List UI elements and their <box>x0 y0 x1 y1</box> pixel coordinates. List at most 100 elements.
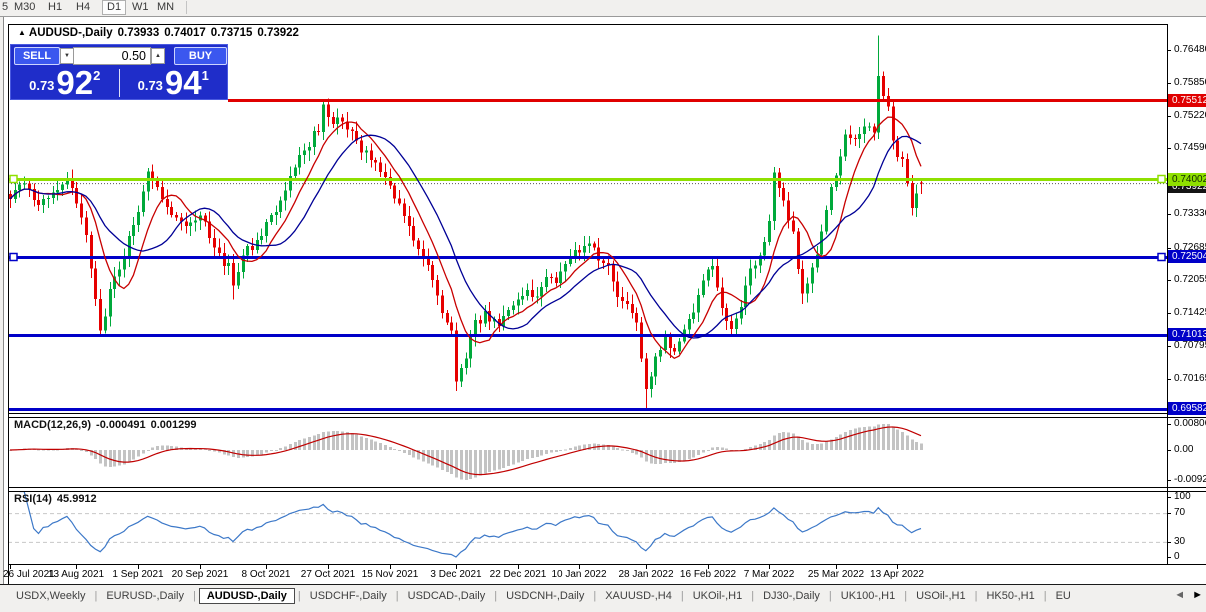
tab-separator: | <box>297 590 301 602</box>
chart-tab-AUDUSD-Daily[interactable]: AUDUSD-,Daily <box>198 588 295 604</box>
symbol-period-label: AUDUSD-,Daily <box>28 27 113 39</box>
tab-separator: | <box>904 590 908 602</box>
one-click-trading-panel: SELL ▼ ▲ BUY 0.73 92 2 0.73 94 1 <box>10 44 228 100</box>
price-tick-0.70165: 0.70165 <box>1174 372 1206 384</box>
chart-tab-USOil-H1[interactable]: USOil-,H1 <box>910 588 972 604</box>
rsi-tick-0: 0 <box>1174 551 1180 562</box>
chart-tab-USDCAD-Daily[interactable]: USDCAD-,Daily <box>402 588 492 604</box>
tab-scroll-arrows: ◄ ► <box>1174 589 1203 601</box>
price-axis[interactable]: 0.764800.758500.752200.745900.733300.726… <box>1168 0 1206 612</box>
price-badge-0.74002: 0.74002 <box>1168 173 1206 186</box>
rsi-indicator-label: RSI(14) 45.9912 <box>14 493 102 505</box>
chart-tab-USDCHF-Daily[interactable]: USDCHF-,Daily <box>304 588 393 604</box>
tabs-scroll-right-icon[interactable]: ► <box>1192 589 1203 601</box>
price-badge-0.69582: 0.69582 <box>1168 402 1206 415</box>
timeframe-button-M30[interactable]: M30 <box>14 1 35 14</box>
toolbar-separator <box>186 1 187 14</box>
date-label-8-Oct-2021: 8 Oct 2021 <box>241 569 291 580</box>
timeframe-button-W1[interactable]: W1 <box>132 1 149 14</box>
trade-prices-row: 0.73 92 2 0.73 94 1 <box>11 64 228 101</box>
terminal-window: 5 M30 H1 H4 D1 W1 MN ▲ AUDUSD-,Daily 0.73933 0.74… <box>0 0 1206 612</box>
chart-tab-USDX-Weekly[interactable]: USDX,Weekly <box>10 588 91 604</box>
date-label-16-Feb-2022: 16 Feb 2022 <box>679 569 737 580</box>
price-badge-0.75512: 0.75512 <box>1168 94 1206 107</box>
timeframe-button-5[interactable]: 5 <box>2 1 8 14</box>
collapse-arrow-icon[interactable]: ▲ <box>18 28 26 37</box>
sell-price-head: 0.73 <box>29 78 55 93</box>
ohlc-close: 0.73922 <box>257 27 299 39</box>
sell-price[interactable]: 0.73 92 2 <box>11 64 119 101</box>
tab-separator: | <box>680 590 684 602</box>
chart-tab-DJ30-Daily[interactable]: DJ30-,Daily <box>757 588 826 604</box>
rsi-tick-100: 100 <box>1174 491 1191 502</box>
price-tick-0.71425: 0.71425 <box>1174 307 1206 319</box>
tab-separator: | <box>974 590 978 602</box>
price-tick-0.74590: 0.74590 <box>1174 142 1206 154</box>
chart-tabs: USDX,Weekly | EURUSD-,Daily | AUDUSD-,Daily |… <box>10 585 1077 607</box>
tab-separator: | <box>828 590 832 602</box>
date-label-28-Jan-2022: 28 Jan 2022 <box>618 569 674 580</box>
date-axis[interactable]: 26 Jul 2021 13 Aug 2021 1 Sep 2021 20 Sep 2… <box>0 569 1206 583</box>
volume-input[interactable] <box>73 47 151 65</box>
date-label-25-Mar-2022: 25 Mar 2022 <box>807 569 865 580</box>
rsi-name: RSI(14) <box>14 493 52 505</box>
tab-separator: | <box>395 590 399 602</box>
chart-tab-EU[interactable]: EU <box>1050 588 1077 604</box>
ohlc-open: 0.73933 <box>117 27 160 39</box>
date-label-13-Apr-2022: 13 Apr 2022 <box>870 569 924 580</box>
price-tick-0.70795: 0.70795 <box>1174 339 1206 351</box>
date-label-1-Sep-2021: 1 Sep 2021 <box>112 569 164 580</box>
sell-button[interactable]: SELL <box>14 47 60 65</box>
buy-price-pips: 94 <box>164 64 202 101</box>
buy-price[interactable]: 0.73 94 1 <box>120 64 228 101</box>
date-label-20-Sep-2021: 20 Sep 2021 <box>171 569 229 580</box>
rsi-tick-30: 30 <box>1174 535 1186 547</box>
sell-price-frac: 2 <box>93 68 101 83</box>
macd-tick--0.00928: -0.00928 <box>1174 473 1206 485</box>
tab-separator: | <box>751 590 755 602</box>
price-tick-0.75220: 0.75220 <box>1174 109 1206 121</box>
price-tick-0.72055: 0.72055 <box>1174 274 1206 286</box>
timeframe-toolbar: 5 M30 H1 H4 D1 W1 MN <box>0 0 1206 17</box>
rsi-value: 45.9912 <box>56 493 97 505</box>
buy-button[interactable]: BUY <box>174 47 227 65</box>
chart-tab-UK100-H1[interactable]: UK100-,H1 <box>835 588 901 604</box>
date-label-27-Oct-2021: 27 Oct 2021 <box>300 569 356 580</box>
date-label-13-Aug-2021: 13 Aug 2021 <box>47 569 105 580</box>
ohlc-low: 0.73715 <box>210 27 253 39</box>
sell-price-pips: 92 <box>56 64 94 101</box>
timeframe-button-H4[interactable]: H4 <box>76 1 90 14</box>
date-label-3-Dec-2021: 3 Dec 2021 <box>430 569 482 580</box>
price-badge-0.72504: 0.72504 <box>1168 250 1206 263</box>
chart-tab-XAUUSD-H4[interactable]: XAUUSD-,H4 <box>599 588 678 604</box>
date-label-10-Jan-2022: 10 Jan 2022 <box>551 569 607 580</box>
price-tick-0.75850: 0.75850 <box>1174 76 1206 88</box>
chart-tab-USDCNH-Daily[interactable]: USDCNH-,Daily <box>500 588 590 604</box>
chart-tab-EURUSD-Daily[interactable]: EURUSD-,Daily <box>100 588 190 604</box>
rsi-tick-70: 70 <box>1174 507 1186 519</box>
macd-signal-value: 0.001299 <box>150 419 197 431</box>
tabs-scroll-left-icon[interactable]: ◄ <box>1174 589 1185 601</box>
date-label-7-Mar-2022: 7 Mar 2022 <box>743 569 795 580</box>
volume-decrease-button[interactable]: ▼ <box>60 48 74 64</box>
timeframe-button-MN[interactable]: MN <box>157 1 174 14</box>
chart-tab-HK50-H1[interactable]: HK50-,H1 <box>980 588 1040 604</box>
timeframe-button-H1[interactable]: H1 <box>48 1 62 14</box>
timeframe-button-D1[interactable]: D1 <box>102 0 127 15</box>
date-label-22-Dec-2021: 22 Dec 2021 <box>489 569 547 580</box>
tab-separator: | <box>593 590 597 602</box>
macd-tick-0.00: 0.00 <box>1174 444 1194 455</box>
tab-separator: | <box>192 590 196 602</box>
macd-name: MACD(12,26,9) <box>14 419 92 431</box>
chart-title: ▲ AUDUSD-,Daily 0.73933 0.74017 0.73715 0.739… <box>18 27 304 39</box>
ohlc-high: 0.74017 <box>164 27 206 39</box>
chart-tabs-bar: USDX,Weekly | EURUSD-,Daily | AUDUSD-,Daily |… <box>0 584 1206 607</box>
tab-separator: | <box>1043 590 1047 602</box>
tab-separator: | <box>494 590 498 602</box>
price-tick-0.73330: 0.73330 <box>1174 207 1206 219</box>
buy-price-frac: 1 <box>201 68 209 83</box>
volume-increase-button[interactable]: ▲ <box>151 48 165 64</box>
buy-price-head: 0.73 <box>137 78 163 93</box>
macd-indicator-label: MACD(12,26,9) -0.000491 0.001299 <box>14 419 201 431</box>
chart-tab-UKOil-H1[interactable]: UKOil-,H1 <box>687 588 749 604</box>
